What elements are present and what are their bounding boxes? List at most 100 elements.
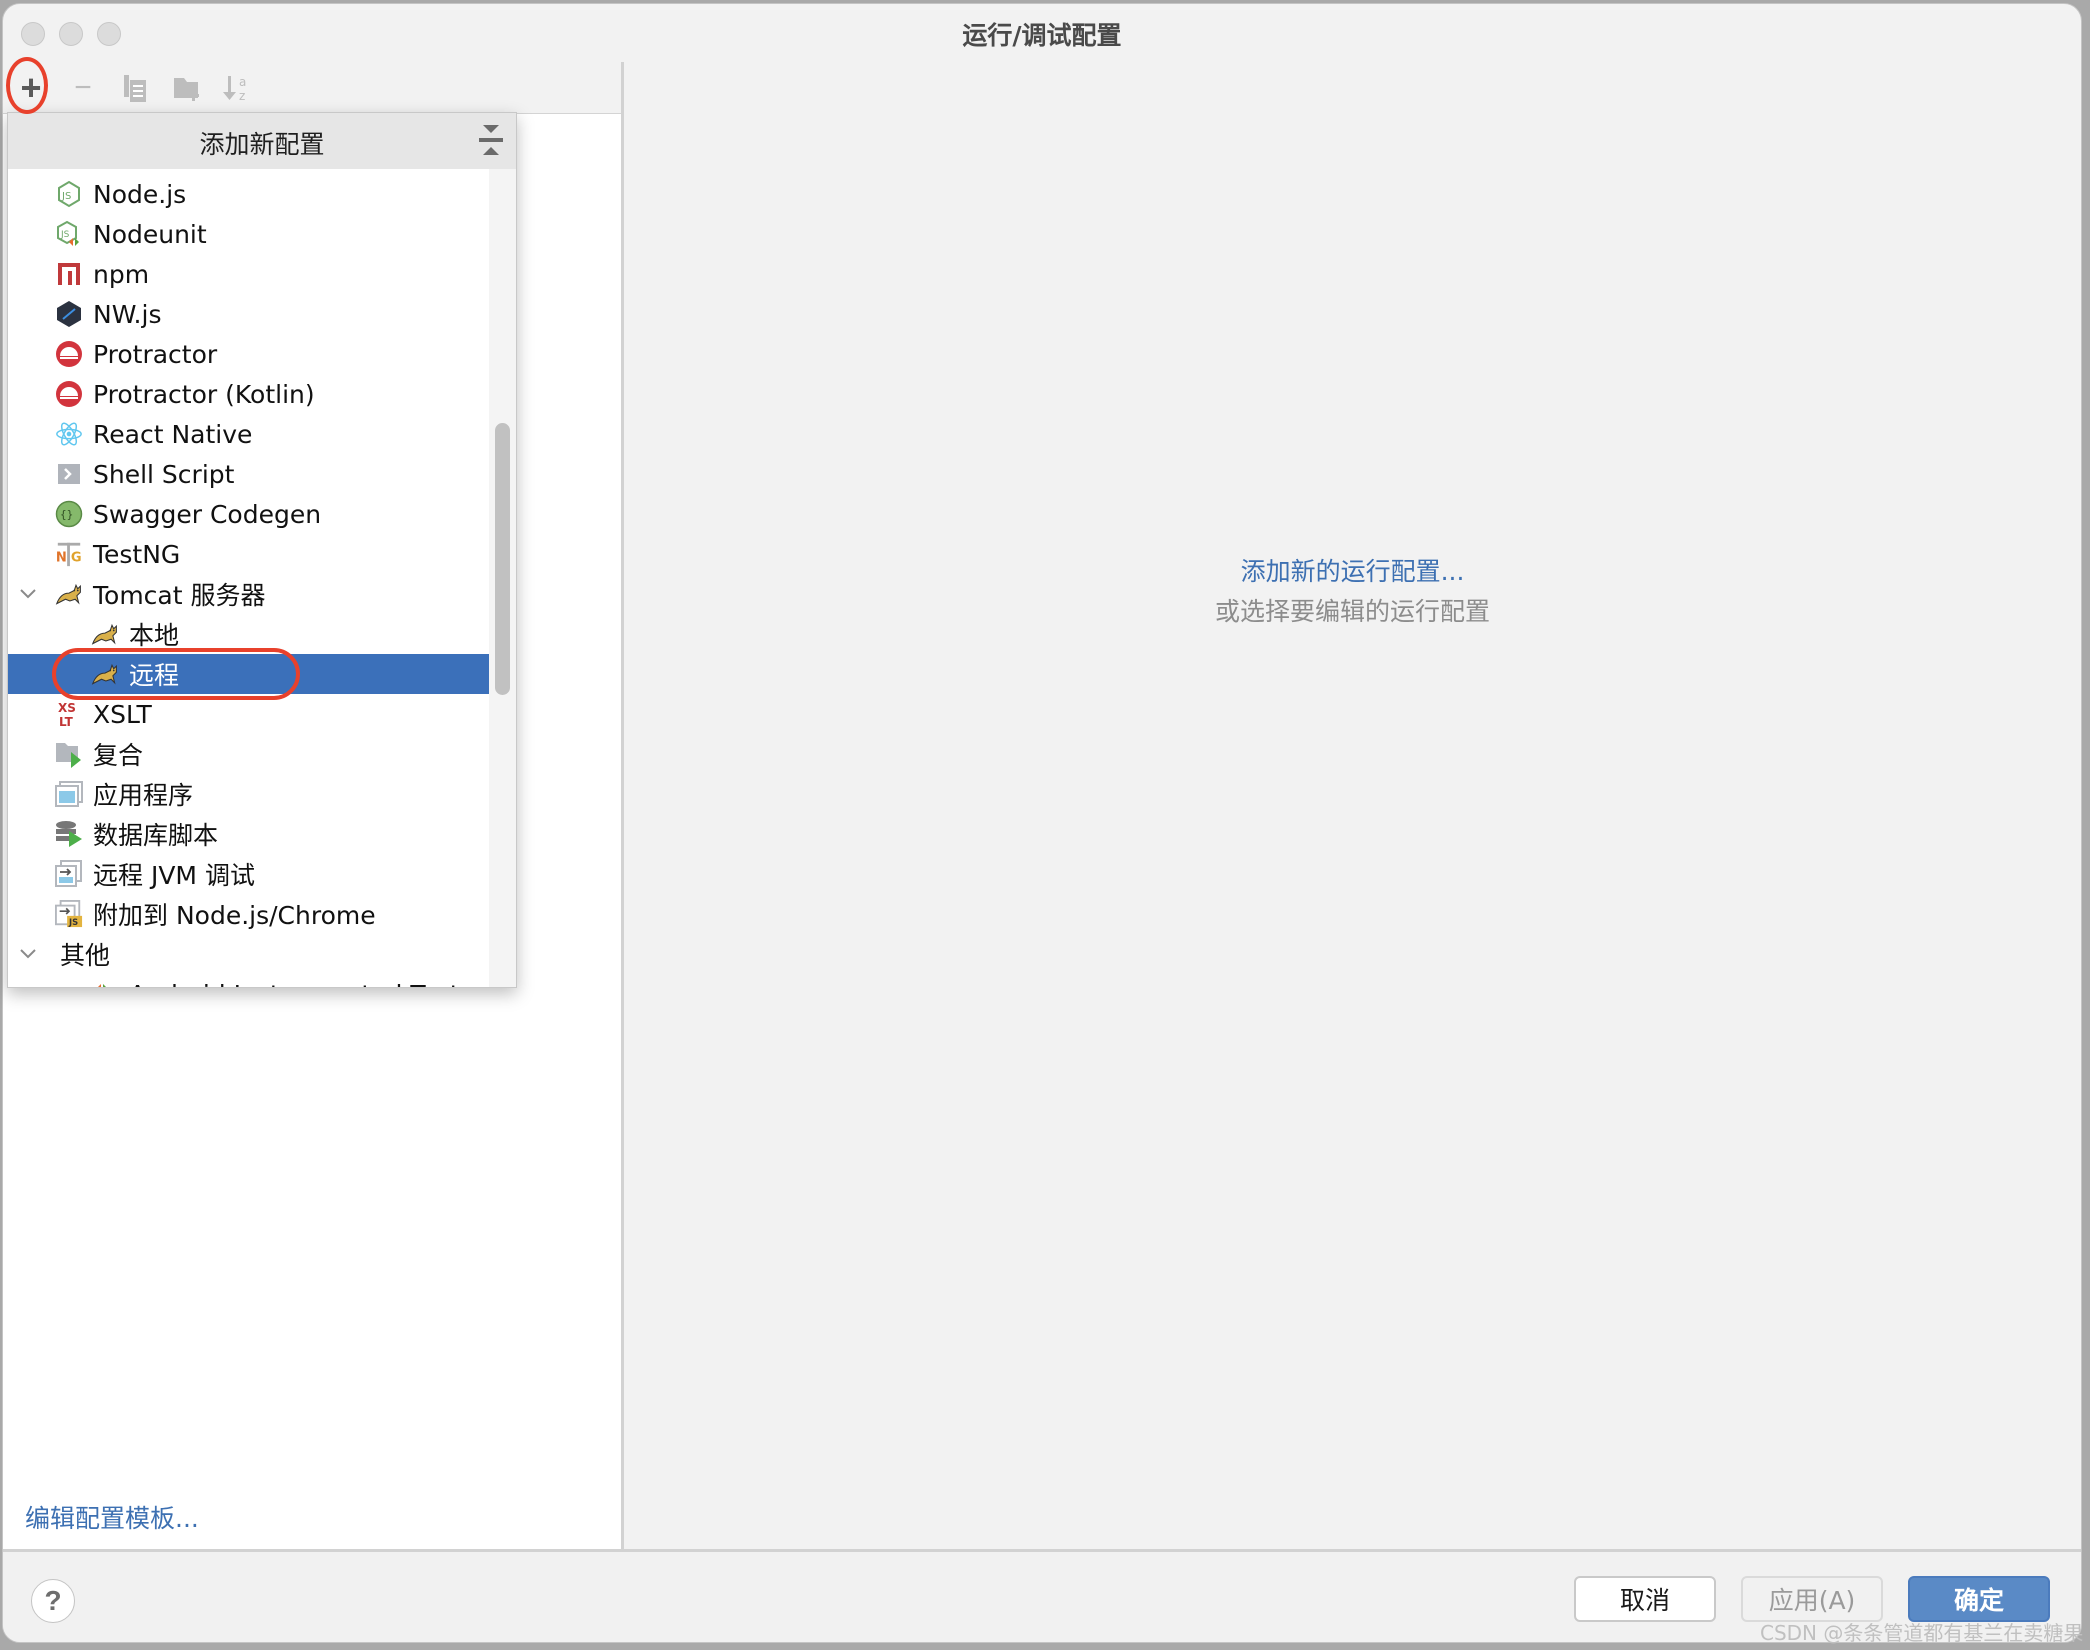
shell-script-icon bbox=[55, 460, 83, 488]
config-type-item[interactable]: Android Instrumented Tests bbox=[8, 974, 489, 988]
android-test-icon bbox=[91, 980, 119, 987]
config-type-list: JS Node.js JS Nodeunit npm NW.js Protractor Pro… bbox=[8, 174, 489, 988]
config-type-label: Protractor (Kotlin) bbox=[93, 379, 315, 409]
config-type-item[interactable]: 复合 bbox=[8, 734, 489, 774]
svg-text:a: a bbox=[239, 75, 246, 89]
config-type-item[interactable]: JS 附加到 Node.js/Chrome bbox=[8, 894, 489, 934]
select-config-hint: 或选择要编辑的运行配置 bbox=[1214, 597, 1490, 626]
help-icon: ? bbox=[44, 1585, 62, 1616]
config-type-label: React Native bbox=[93, 419, 253, 449]
svg-text:LT: LT bbox=[59, 715, 74, 728]
config-type-label: 应用程序 bbox=[93, 781, 194, 810]
config-type-label: 远程 JVM 调试 bbox=[93, 861, 255, 890]
watermark: CSDN @条条管道都有基兰在卖糖果 bbox=[1760, 1621, 2084, 1645]
config-type-label: 复合 bbox=[93, 741, 144, 770]
react-icon bbox=[55, 420, 83, 448]
title-bar: 运行/调试配置 bbox=[3, 4, 2081, 62]
config-type-item[interactable]: npm bbox=[8, 254, 489, 294]
copy-config-button[interactable] bbox=[117, 70, 153, 106]
config-type-item[interactable]: 应用程序 bbox=[8, 774, 489, 814]
svg-text:JS: JS bbox=[60, 230, 70, 240]
protractor-icon bbox=[55, 340, 83, 368]
ok-button[interactable]: 确定 bbox=[1908, 1576, 2050, 1622]
svg-text:JS: JS bbox=[61, 191, 71, 202]
testng-icon: NG bbox=[55, 540, 83, 568]
config-type-label: npm bbox=[93, 259, 150, 289]
apply-button[interactable]: 应用(A) bbox=[1741, 1576, 1883, 1622]
config-type-label: Swagger Codegen bbox=[93, 499, 322, 529]
popup-title: 添加新配置 bbox=[199, 130, 325, 159]
svg-text:{}: {} bbox=[60, 508, 73, 521]
config-type-item[interactable]: Shell Script bbox=[8, 454, 489, 494]
config-type-label: NW.js bbox=[93, 299, 162, 329]
config-type-item[interactable]: 其他 bbox=[8, 934, 489, 974]
config-type-item[interactable]: JS Node.js bbox=[8, 174, 489, 214]
remove-config-button[interactable]: − bbox=[65, 70, 101, 106]
nodejs-icon: JS bbox=[55, 180, 83, 208]
config-type-item[interactable]: React Native bbox=[8, 414, 489, 454]
config-type-item[interactable]: Protractor (Kotlin) bbox=[8, 374, 489, 414]
config-type-item[interactable]: XS LT XSLT bbox=[8, 694, 489, 734]
copy-icon bbox=[124, 75, 146, 102]
cancel-button[interactable]: 取消 bbox=[1574, 1576, 1716, 1622]
sort-alpha-icon: az bbox=[223, 75, 246, 103]
sort-button[interactable]: az bbox=[219, 70, 255, 106]
config-toolbar: + − az bbox=[3, 62, 621, 114]
remote-debug-icon bbox=[55, 860, 83, 888]
annotation-circle-add bbox=[6, 57, 48, 114]
config-type-label: 其他 bbox=[60, 941, 111, 970]
database-script-icon bbox=[55, 820, 83, 848]
svg-text:z: z bbox=[239, 89, 245, 103]
config-type-item[interactable]: 数据库脚本 bbox=[8, 814, 489, 854]
config-type-label: Shell Script bbox=[93, 459, 235, 489]
config-type-item[interactable]: Tomcat 服务器 bbox=[8, 574, 489, 614]
config-type-label: Tomcat 服务器 bbox=[93, 581, 266, 610]
config-type-item[interactable]: N G TestNG bbox=[8, 534, 489, 574]
svg-text:JS: JS bbox=[68, 917, 78, 927]
config-type-item[interactable]: NW.js bbox=[8, 294, 489, 334]
config-type-label: Nodeunit bbox=[93, 219, 207, 249]
svg-text:G: G bbox=[71, 550, 82, 565]
swagger-icon: {} bbox=[55, 500, 83, 528]
window-title: 运行/调试配置 bbox=[962, 21, 1122, 50]
config-type-item[interactable]: Protractor bbox=[8, 334, 489, 374]
config-type-label: Android Instrumented Tests bbox=[129, 980, 473, 988]
folder-add-icon bbox=[174, 78, 199, 101]
collapse-all-icon[interactable] bbox=[478, 122, 504, 158]
annotation-circle-remote bbox=[52, 648, 300, 700]
config-type-item[interactable]: {} Swagger Codegen bbox=[8, 494, 489, 534]
protractor-icon bbox=[55, 380, 83, 408]
nwjs-icon bbox=[55, 300, 83, 328]
edit-templates-link[interactable]: 编辑配置模板... bbox=[25, 1499, 199, 1535]
config-type-item[interactable]: 远程 JVM 调试 bbox=[8, 854, 489, 894]
config-type-label: Protractor bbox=[93, 339, 218, 369]
help-button[interactable]: ? bbox=[31, 1579, 75, 1623]
nodeunit-icon: JS bbox=[55, 220, 83, 248]
config-type-label: XSLT bbox=[93, 699, 152, 729]
tomcat-icon bbox=[55, 580, 83, 608]
new-folder-button[interactable] bbox=[169, 70, 205, 106]
xslt-icon: XS LT bbox=[55, 700, 83, 728]
config-detail-panel: 添加新的运行配置... 或选择要编辑的运行配置 bbox=[624, 62, 2081, 1550]
compound-icon bbox=[55, 740, 83, 768]
config-type-item[interactable]: JS Nodeunit bbox=[8, 214, 489, 254]
popup-header: 添加新配置 bbox=[8, 113, 516, 169]
svg-text:XS: XS bbox=[58, 701, 76, 715]
npm-icon bbox=[55, 260, 83, 288]
add-new-config-popup: 添加新配置 JS Node.js JS Nodeunit npm NW.js Protrac… bbox=[7, 112, 517, 988]
svg-text:N: N bbox=[56, 550, 67, 565]
attach-nodejs-icon: JS bbox=[55, 900, 83, 928]
config-type-label: Node.js bbox=[93, 179, 187, 209]
chevron-down-icon[interactable] bbox=[18, 584, 38, 604]
chevron-down-icon[interactable] bbox=[18, 944, 38, 964]
minus-icon: − bbox=[74, 71, 92, 104]
config-type-label: 本地 bbox=[129, 621, 180, 650]
add-new-run-config-link[interactable]: 添加新的运行配置... bbox=[624, 552, 2081, 588]
config-type-label: 数据库脚本 bbox=[93, 821, 219, 850]
application-icon bbox=[55, 780, 83, 808]
tomcat-icon bbox=[91, 620, 119, 648]
config-type-label: 附加到 Node.js/Chrome bbox=[93, 901, 376, 930]
popup-scrollbar[interactable] bbox=[489, 169, 516, 987]
scrollbar-thumb[interactable] bbox=[495, 423, 510, 695]
config-type-label: TestNG bbox=[93, 539, 181, 569]
